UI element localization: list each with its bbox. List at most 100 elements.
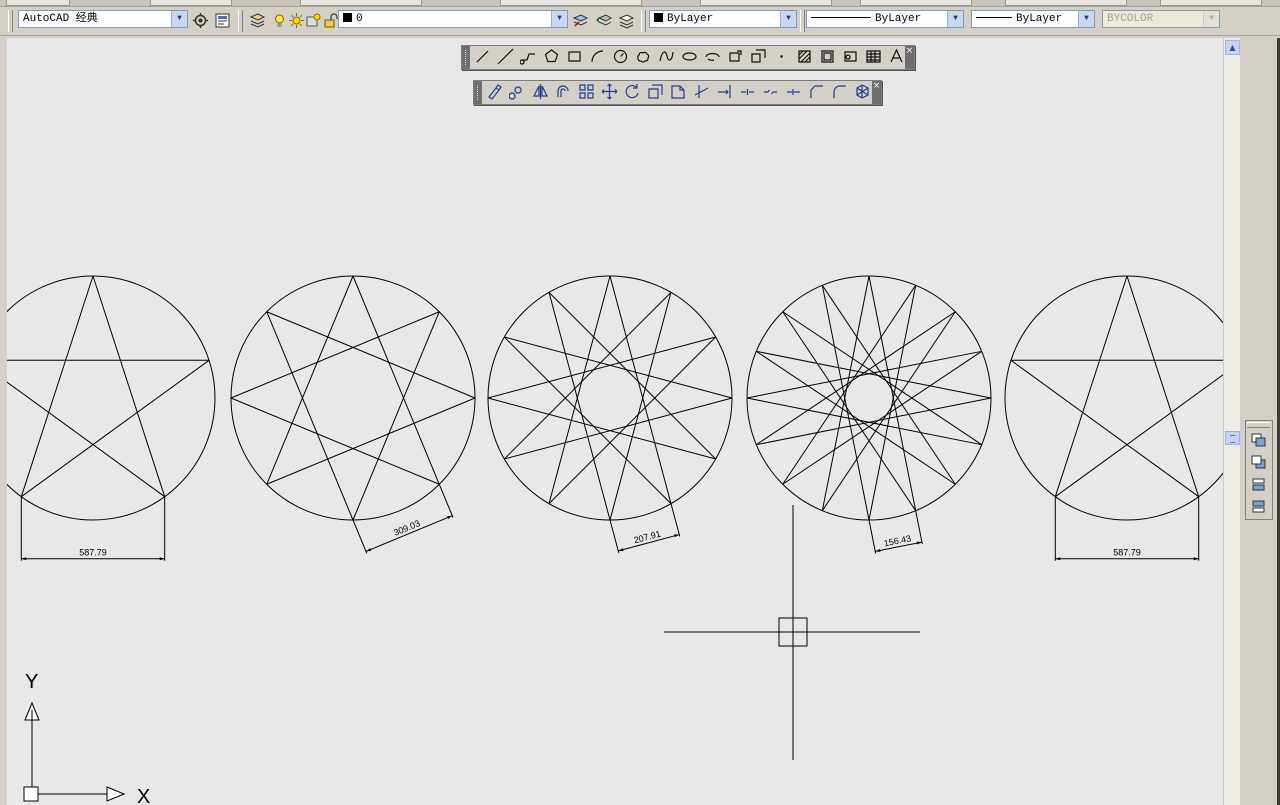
toolbar-grip[interactable] <box>238 10 243 32</box>
send-to-back-button[interactable] <box>1249 453 1268 472</box>
scroll-up-button[interactable]: ▲ <box>1225 40 1240 55</box>
workspace-select[interactable]: AutoCAD 经典 ▼ <box>18 10 188 28</box>
explode-button[interactable] <box>853 82 872 101</box>
insert-block-button[interactable] <box>726 47 745 66</box>
toolbar-grip[interactable] <box>8 10 13 32</box>
chevron-down-icon[interactable]: ▼ <box>947 11 963 27</box>
region-icon <box>844 51 857 62</box>
vertical-scrollbar[interactable]: ▲ <box>1223 38 1241 805</box>
drawing-canvas[interactable]: 587.79 309.03 207.91 156.43 587.79 Y X × × <box>7 38 1223 805</box>
chevron-down-icon[interactable]: ▼ <box>171 11 187 27</box>
layer-select-value: 0 <box>356 13 363 25</box>
rectangle-button[interactable] <box>565 47 584 66</box>
linetype-select[interactable]: ByLayer ▼ <box>806 10 964 28</box>
ellipse-button[interactable] <box>680 47 699 66</box>
bring-to-front-button[interactable] <box>1249 431 1268 450</box>
gradient-button[interactable] <box>818 47 837 66</box>
multiline-text-button[interactable] <box>887 47 906 66</box>
ellipse-arc-button[interactable] <box>703 47 722 66</box>
draw-order-toolbar-grip[interactable] <box>1247 422 1270 428</box>
close-icon[interactable]: × <box>872 81 881 104</box>
plotstyle-select: BYCOLOR ▼ <box>1102 10 1220 28</box>
customize-workspace-button[interactable] <box>213 11 232 30</box>
scale-button[interactable] <box>646 82 665 101</box>
copy-button[interactable] <box>508 82 527 101</box>
extension-line <box>438 484 454 518</box>
mirror-button[interactable] <box>531 82 550 101</box>
draw-order-toolbar <box>1245 420 1273 520</box>
star-edge <box>266 275 354 485</box>
hatch-button[interactable] <box>795 47 814 66</box>
offset-button[interactable] <box>554 82 573 101</box>
region-button[interactable] <box>841 47 860 66</box>
close-icon[interactable]: × <box>905 46 914 69</box>
multiline-text-icon <box>890 48 903 63</box>
layer-previous-icon <box>596 14 612 26</box>
arc-icon <box>591 50 604 63</box>
hatch-icon <box>798 50 811 63</box>
polygon-button[interactable] <box>542 47 561 66</box>
join-button[interactable] <box>784 82 803 101</box>
spline-button[interactable] <box>657 47 676 66</box>
line-button[interactable] <box>473 47 492 66</box>
erase-button[interactable] <box>485 82 504 101</box>
send-under-objects-button[interactable] <box>1249 497 1268 516</box>
make-block-button[interactable] <box>749 47 768 66</box>
layer-previous-button[interactable] <box>594 11 613 30</box>
point-icon <box>780 55 783 58</box>
copy-icon <box>508 86 522 100</box>
star-edge <box>609 292 672 521</box>
star-edge <box>548 291 717 460</box>
trim-button[interactable] <box>692 82 711 101</box>
star-edge <box>548 336 717 505</box>
polyline-button[interactable] <box>519 47 538 66</box>
workspace-select-value: AutoCAD 经典 <box>23 13 98 25</box>
chevron-down-icon[interactable]: ▼ <box>1078 11 1094 27</box>
stretch-button[interactable] <box>669 82 688 101</box>
break-at-point-button[interactable] <box>738 82 757 101</box>
make-object-layer-current-button[interactable] <box>571 11 590 30</box>
arc-button[interactable] <box>588 47 607 66</box>
lineweight-select[interactable]: ByLayer ▼ <box>971 10 1095 28</box>
modify-toolbar-handle[interactable] <box>474 81 482 104</box>
chevron-down-icon[interactable]: ▼ <box>780 11 796 27</box>
circle-button[interactable] <box>611 47 630 66</box>
send-under-icon <box>1252 500 1265 513</box>
ellipse-arc-icon <box>705 52 720 61</box>
break-button[interactable] <box>761 82 780 101</box>
layer-properties-button[interactable] <box>248 11 267 30</box>
array-button[interactable] <box>577 82 596 101</box>
move-button[interactable] <box>600 82 619 101</box>
circle-icon <box>613 49 628 64</box>
revision-cloud-button[interactable] <box>634 47 653 66</box>
gear-icon <box>193 13 208 28</box>
workspace-settings-button[interactable] <box>191 11 210 30</box>
dimension-arrowhead <box>159 557 165 561</box>
toolbar-grip[interactable] <box>641 10 646 32</box>
star-edge <box>20 275 94 497</box>
fillet-button[interactable] <box>830 82 849 101</box>
point-button[interactable] <box>772 47 791 66</box>
polygon-icon <box>544 49 559 63</box>
layer-states-button[interactable] <box>617 11 636 30</box>
toolbar-grip[interactable] <box>800 10 805 32</box>
insert-block-icon <box>729 50 742 62</box>
layer-select[interactable]: 0 ▼ <box>338 10 568 28</box>
table-button[interactable] <box>864 47 883 66</box>
color-select-value: ByLayer <box>667 13 714 25</box>
color-select[interactable]: ByLayer ▼ <box>649 10 797 28</box>
chamfer-button[interactable] <box>807 82 826 101</box>
extend-button[interactable] <box>715 82 734 101</box>
chevron-down-icon[interactable]: ▼ <box>551 11 567 27</box>
break-icon <box>764 89 777 95</box>
ellipse-icon <box>682 52 697 61</box>
scroll-thumb[interactable] <box>1225 431 1240 445</box>
rotate-button[interactable] <box>623 82 642 101</box>
stretch-icon <box>671 85 685 99</box>
draw-toolbar-handle[interactable] <box>462 46 470 69</box>
layer-properties-icon <box>249 13 266 28</box>
construction-line-button[interactable] <box>496 47 515 66</box>
bring-above-objects-button[interactable] <box>1249 475 1268 494</box>
star-edge <box>266 397 476 485</box>
polyline-icon <box>519 53 535 65</box>
